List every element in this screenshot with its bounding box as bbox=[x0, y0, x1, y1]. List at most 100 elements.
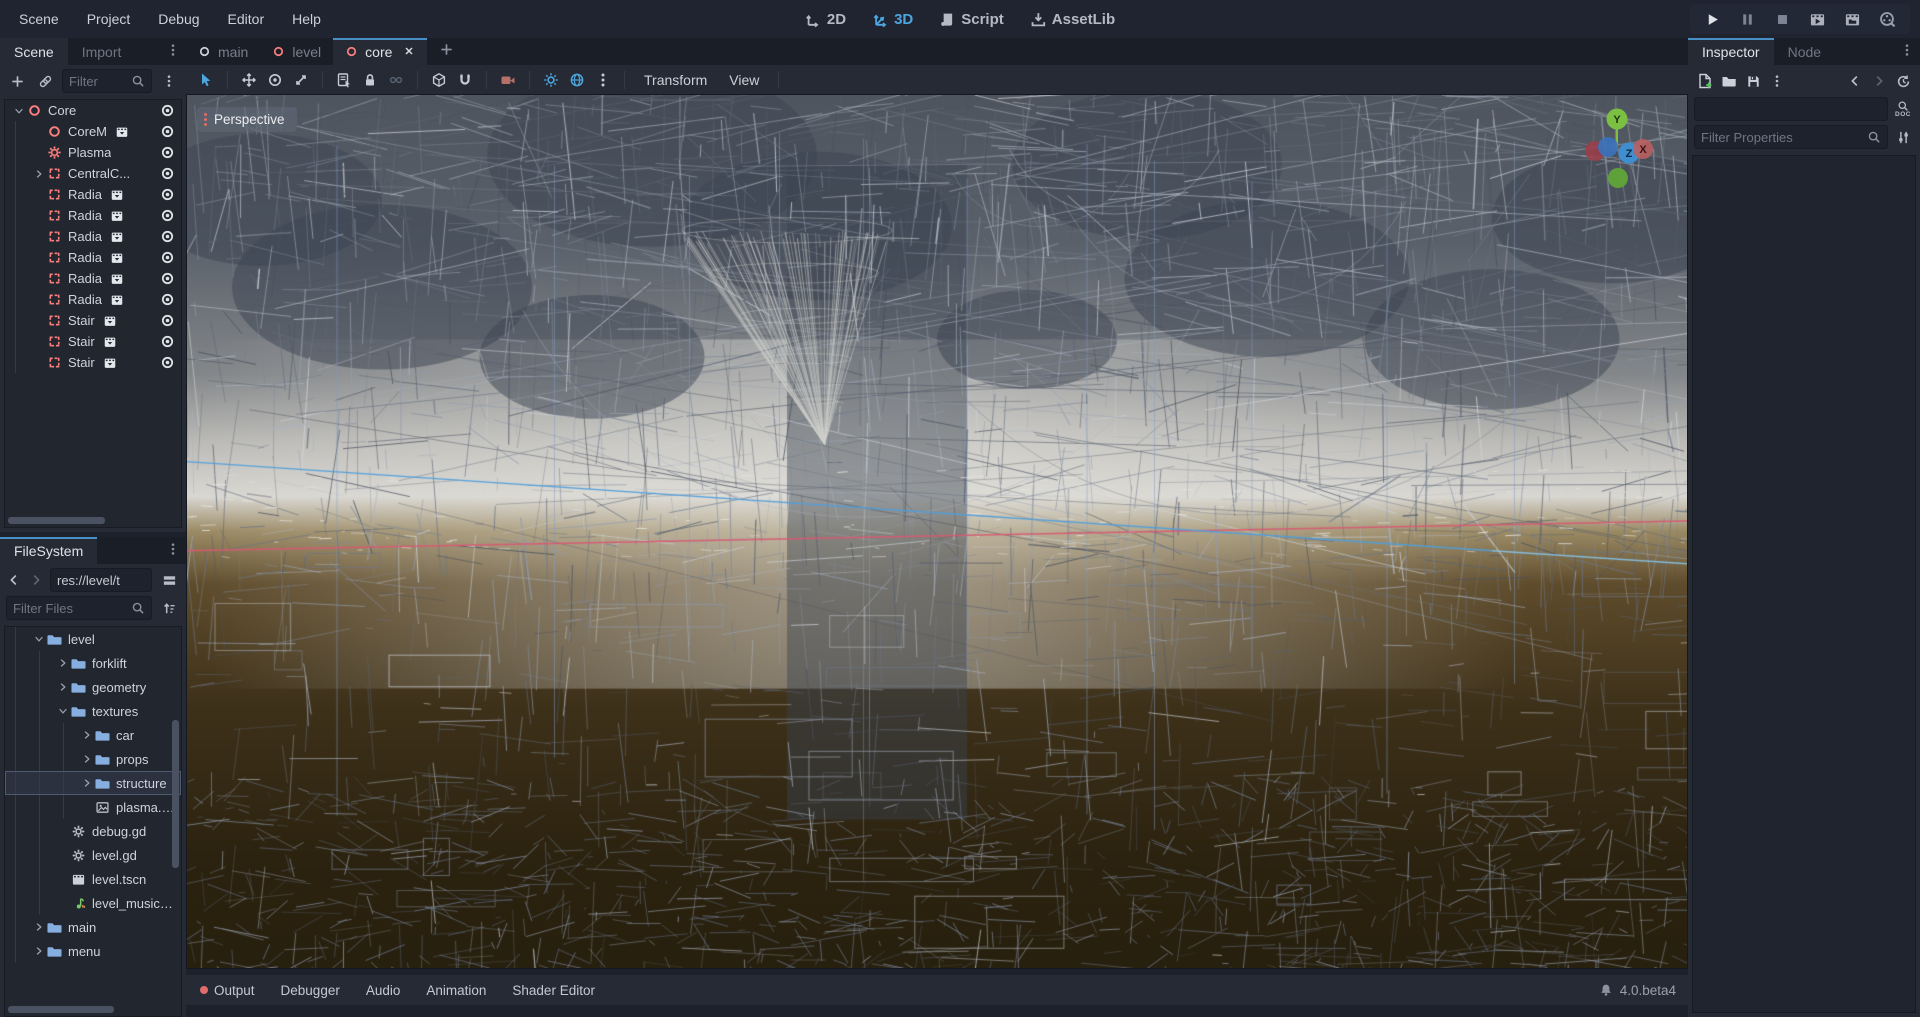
expander-icon[interactable] bbox=[79, 729, 94, 741]
scene-dock-tab-import[interactable]: Import bbox=[68, 38, 136, 65]
bottom-panel-shader-editor[interactable]: Shader Editor bbox=[499, 975, 608, 1005]
scene-node-row[interactable]: Radia bbox=[5, 226, 181, 247]
switch-assetlib-button[interactable]: AssetLib bbox=[1030, 11, 1115, 28]
scene-node-row[interactable]: Stair bbox=[5, 310, 181, 331]
expander-icon[interactable] bbox=[31, 945, 46, 957]
switch-3d-button[interactable]: 3D bbox=[872, 11, 913, 28]
scale-tool-button[interactable] bbox=[289, 68, 313, 92]
stop-button[interactable] bbox=[1774, 11, 1791, 28]
fs-row-props[interactable]: props bbox=[5, 747, 181, 771]
scene-dock-menu-button[interactable] bbox=[158, 70, 180, 92]
fs-row-structure[interactable]: structure bbox=[5, 771, 181, 795]
scene-tab-core[interactable]: core bbox=[333, 38, 427, 65]
visibility-eye-icon[interactable] bbox=[160, 124, 175, 139]
open-instance-icon[interactable] bbox=[103, 335, 117, 349]
fs-row-debug-gd[interactable]: debug.gd bbox=[5, 819, 181, 843]
scene-node-row[interactable]: Radia bbox=[5, 289, 181, 310]
open-instance-icon[interactable] bbox=[110, 230, 124, 244]
list-select-tool-button[interactable] bbox=[332, 68, 356, 92]
fs-dock-tab-filesystem[interactable]: FileSystem bbox=[0, 537, 97, 564]
fs-row-forklift[interactable]: forklift bbox=[5, 651, 181, 675]
expander-icon[interactable] bbox=[11, 105, 26, 117]
expander-icon[interactable] bbox=[55, 657, 70, 669]
property-tools-button[interactable] bbox=[1892, 126, 1914, 148]
scene-node-row[interactable]: Radia bbox=[5, 247, 181, 268]
view-menu[interactable]: View bbox=[719, 72, 769, 88]
fs-filter-input[interactable] bbox=[13, 597, 131, 619]
visibility-eye-icon[interactable] bbox=[160, 271, 175, 286]
fs-split-mode-button[interactable] bbox=[158, 569, 180, 591]
scene-dock-tab-scene[interactable]: Scene bbox=[0, 38, 68, 65]
move-tool-button[interactable] bbox=[237, 68, 261, 92]
fs-row-level[interactable]: level bbox=[5, 627, 181, 651]
new-resource-button[interactable] bbox=[1694, 70, 1716, 92]
scene-node-row[interactable]: Radia bbox=[5, 184, 181, 205]
movie-maker-button[interactable] bbox=[1879, 11, 1896, 28]
scene-node-row[interactable]: CentralC... bbox=[5, 163, 181, 184]
resource-menu-button[interactable] bbox=[1766, 70, 1788, 92]
fs-row-geometry[interactable]: geometry bbox=[5, 675, 181, 699]
fs-tree-hscrollbar[interactable] bbox=[8, 1006, 114, 1013]
visibility-eye-icon[interactable] bbox=[160, 250, 175, 265]
axis-gizmo[interactable]: ZXY bbox=[1573, 105, 1673, 200]
fs-tree-vscrollbar[interactable] bbox=[172, 720, 179, 868]
scene-node-row[interactable]: CoreM bbox=[5, 121, 181, 142]
bottom-panel-animation[interactable]: Animation bbox=[413, 975, 499, 1005]
group-tool-button[interactable] bbox=[384, 68, 408, 92]
expander-icon[interactable] bbox=[31, 633, 46, 645]
open-instance-icon[interactable] bbox=[110, 293, 124, 307]
visibility-eye-icon[interactable] bbox=[160, 145, 175, 160]
open-instance-icon[interactable] bbox=[115, 125, 129, 139]
visibility-eye-icon[interactable] bbox=[160, 166, 175, 181]
visibility-eye-icon[interactable] bbox=[160, 292, 175, 307]
new-scene-tab-button[interactable] bbox=[427, 41, 466, 65]
visibility-eye-icon[interactable] bbox=[160, 187, 175, 202]
menu-project[interactable]: Project bbox=[76, 6, 142, 32]
snap-tool-button[interactable] bbox=[453, 68, 477, 92]
dots-tool-button[interactable] bbox=[591, 68, 615, 92]
visibility-eye-icon[interactable] bbox=[160, 334, 175, 349]
load-resource-button[interactable] bbox=[1718, 70, 1740, 92]
search-docs-icon[interactable]: DOC bbox=[1892, 98, 1914, 120]
fs-path-field[interactable] bbox=[50, 568, 152, 592]
scene-dock-tabs-menu-icon[interactable] bbox=[166, 43, 186, 65]
menu-help[interactable]: Help bbox=[281, 6, 332, 32]
instance-scene-button[interactable] bbox=[34, 70, 56, 92]
sun-tool-button[interactable] bbox=[539, 68, 563, 92]
scene-node-row[interactable]: Stair bbox=[5, 352, 181, 373]
visibility-eye-icon[interactable] bbox=[160, 313, 175, 328]
open-instance-icon[interactable] bbox=[110, 188, 124, 202]
scene-node-row[interactable]: Plasma bbox=[5, 142, 181, 163]
open-instance-icon[interactable] bbox=[110, 272, 124, 286]
fs-row-level-tscn[interactable]: level.tscn bbox=[5, 867, 181, 891]
play-scene-button[interactable] bbox=[1809, 11, 1826, 28]
close-tab-icon[interactable] bbox=[403, 44, 415, 60]
open-instance-icon[interactable] bbox=[110, 209, 124, 223]
expander-icon[interactable] bbox=[79, 753, 94, 765]
fs-row-level-gd[interactable]: level.gd bbox=[5, 843, 181, 867]
viewport-canvas[interactable] bbox=[187, 95, 1687, 968]
notification-bell-icon[interactable] bbox=[1599, 983, 1613, 997]
switch-script-button[interactable]: Script bbox=[939, 11, 1004, 28]
lock-tool-button[interactable] bbox=[358, 68, 382, 92]
menu-editor[interactable]: Editor bbox=[217, 6, 276, 32]
fs-forward-button[interactable] bbox=[28, 569, 44, 591]
play-button[interactable] bbox=[1704, 11, 1721, 28]
visibility-eye-icon[interactable] bbox=[160, 229, 175, 244]
perspective-menu[interactable]: Perspective bbox=[197, 107, 297, 132]
scene-tab-level[interactable]: level bbox=[260, 38, 333, 65]
visibility-eye-icon[interactable] bbox=[160, 355, 175, 370]
save-resource-button[interactable] bbox=[1742, 70, 1764, 92]
bottom-panel-output[interactable]: Output bbox=[198, 975, 268, 1005]
expander-icon[interactable] bbox=[31, 168, 46, 180]
add-node-button[interactable] bbox=[6, 70, 28, 92]
select-tool-button[interactable] bbox=[194, 68, 218, 92]
inspector-tabs-menu-icon[interactable] bbox=[1900, 43, 1920, 65]
pause-button[interactable] bbox=[1739, 11, 1756, 28]
scene-filter-input[interactable] bbox=[69, 70, 131, 92]
inspector-filter-input[interactable] bbox=[1701, 126, 1867, 148]
visibility-eye-icon[interactable] bbox=[160, 208, 175, 223]
history-back-button[interactable] bbox=[1844, 70, 1866, 92]
scene-node-row[interactable]: Stair bbox=[5, 331, 181, 352]
scene-node-row[interactable]: Radia bbox=[5, 205, 181, 226]
